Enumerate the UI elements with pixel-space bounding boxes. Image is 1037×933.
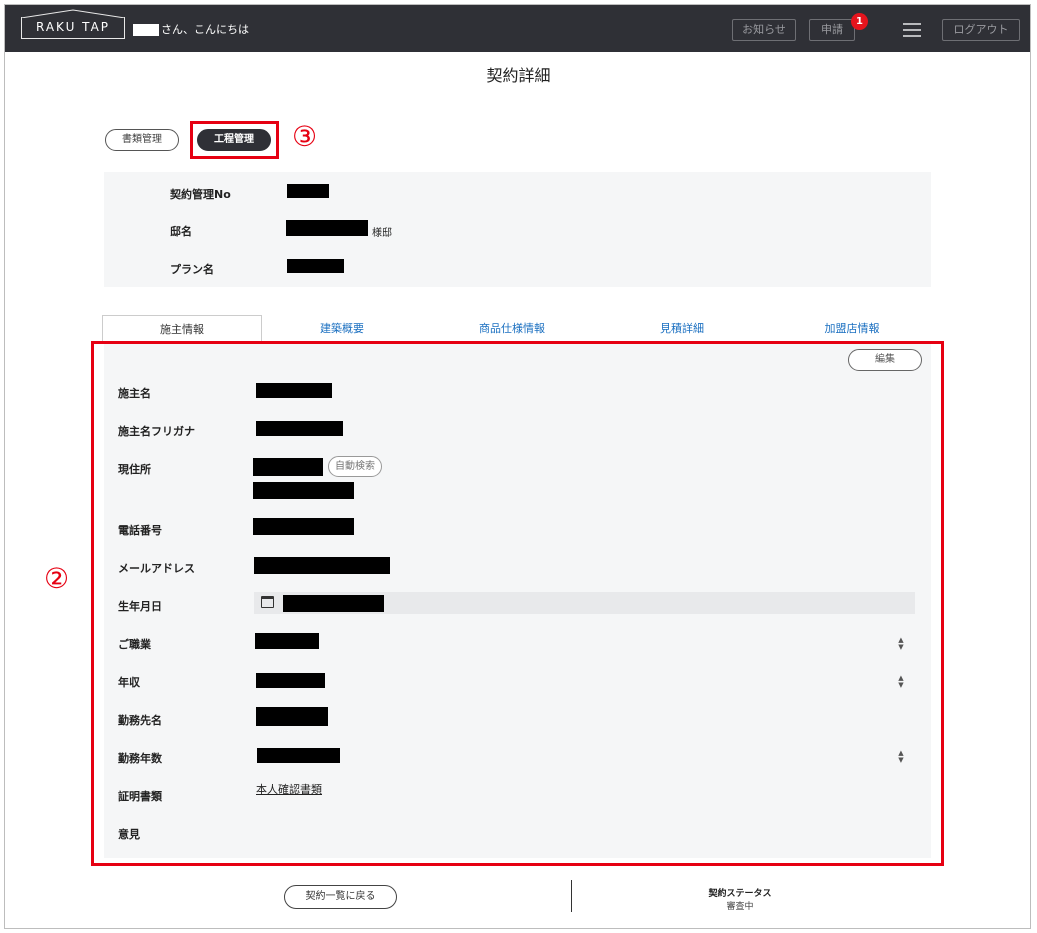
process-highlight-box bbox=[190, 121, 279, 159]
contract-summary: 契約管理No 邸名 様邸 プラン名 bbox=[104, 172, 931, 287]
logout-button[interactable]: ログアウト bbox=[942, 19, 1020, 41]
house-name-value-redacted bbox=[286, 220, 368, 236]
top-bar: RAKU TAP さん、こんにちは お知らせ 申請 1 ログアウト bbox=[5, 5, 1030, 52]
tab-member-store[interactable]: 加盟店情報 bbox=[782, 315, 922, 341]
tab-product-spec[interactable]: 商品仕様情報 bbox=[442, 315, 582, 341]
annotation-marker-2: ② bbox=[44, 562, 70, 595]
panel-highlight-box bbox=[91, 341, 944, 866]
documents-tab-button[interactable]: 書類管理 bbox=[105, 129, 179, 151]
annotation-marker-3: ③ bbox=[292, 120, 318, 153]
house-name-label: 邸名 bbox=[170, 225, 192, 238]
contract-no-label: 契約管理No bbox=[170, 188, 231, 201]
hamburger-menu-icon[interactable] bbox=[903, 23, 921, 37]
footer-divider bbox=[571, 880, 572, 912]
page-title: 契約詳細 bbox=[486, 66, 551, 85]
house-name-suffix: 様邸 bbox=[372, 228, 392, 239]
plan-name-label: プラン名 bbox=[170, 263, 214, 276]
contract-status-value: 審査中 bbox=[726, 902, 754, 912]
tab-estimate-detail[interactable]: 見積詳細 bbox=[612, 315, 752, 341]
contract-status-label: 契約ステータス bbox=[708, 889, 772, 899]
greeting-text: さん、こんにちは bbox=[161, 23, 249, 36]
plan-name-value-redacted bbox=[287, 259, 344, 273]
tab-building-overview[interactable]: 建築概要 bbox=[272, 315, 412, 341]
apply-button[interactable]: 申請 bbox=[809, 19, 855, 41]
contract-no-value-redacted bbox=[287, 184, 329, 198]
back-to-list-button[interactable]: 契約一覧に戻る bbox=[284, 885, 397, 909]
tab-owner-info[interactable]: 施主情報 bbox=[102, 315, 262, 341]
logo-text: RAKU TAP bbox=[35, 20, 111, 34]
logo[interactable]: RAKU TAP bbox=[21, 9, 125, 39]
notices-button[interactable]: お知らせ bbox=[732, 19, 796, 41]
apply-count-badge: 1 bbox=[851, 13, 868, 30]
roof-icon bbox=[21, 9, 125, 18]
user-name-redacted bbox=[133, 24, 159, 36]
detail-tabs: 施主情報 建築概要 商品仕様情報 見積詳細 加盟店情報 bbox=[102, 315, 931, 341]
